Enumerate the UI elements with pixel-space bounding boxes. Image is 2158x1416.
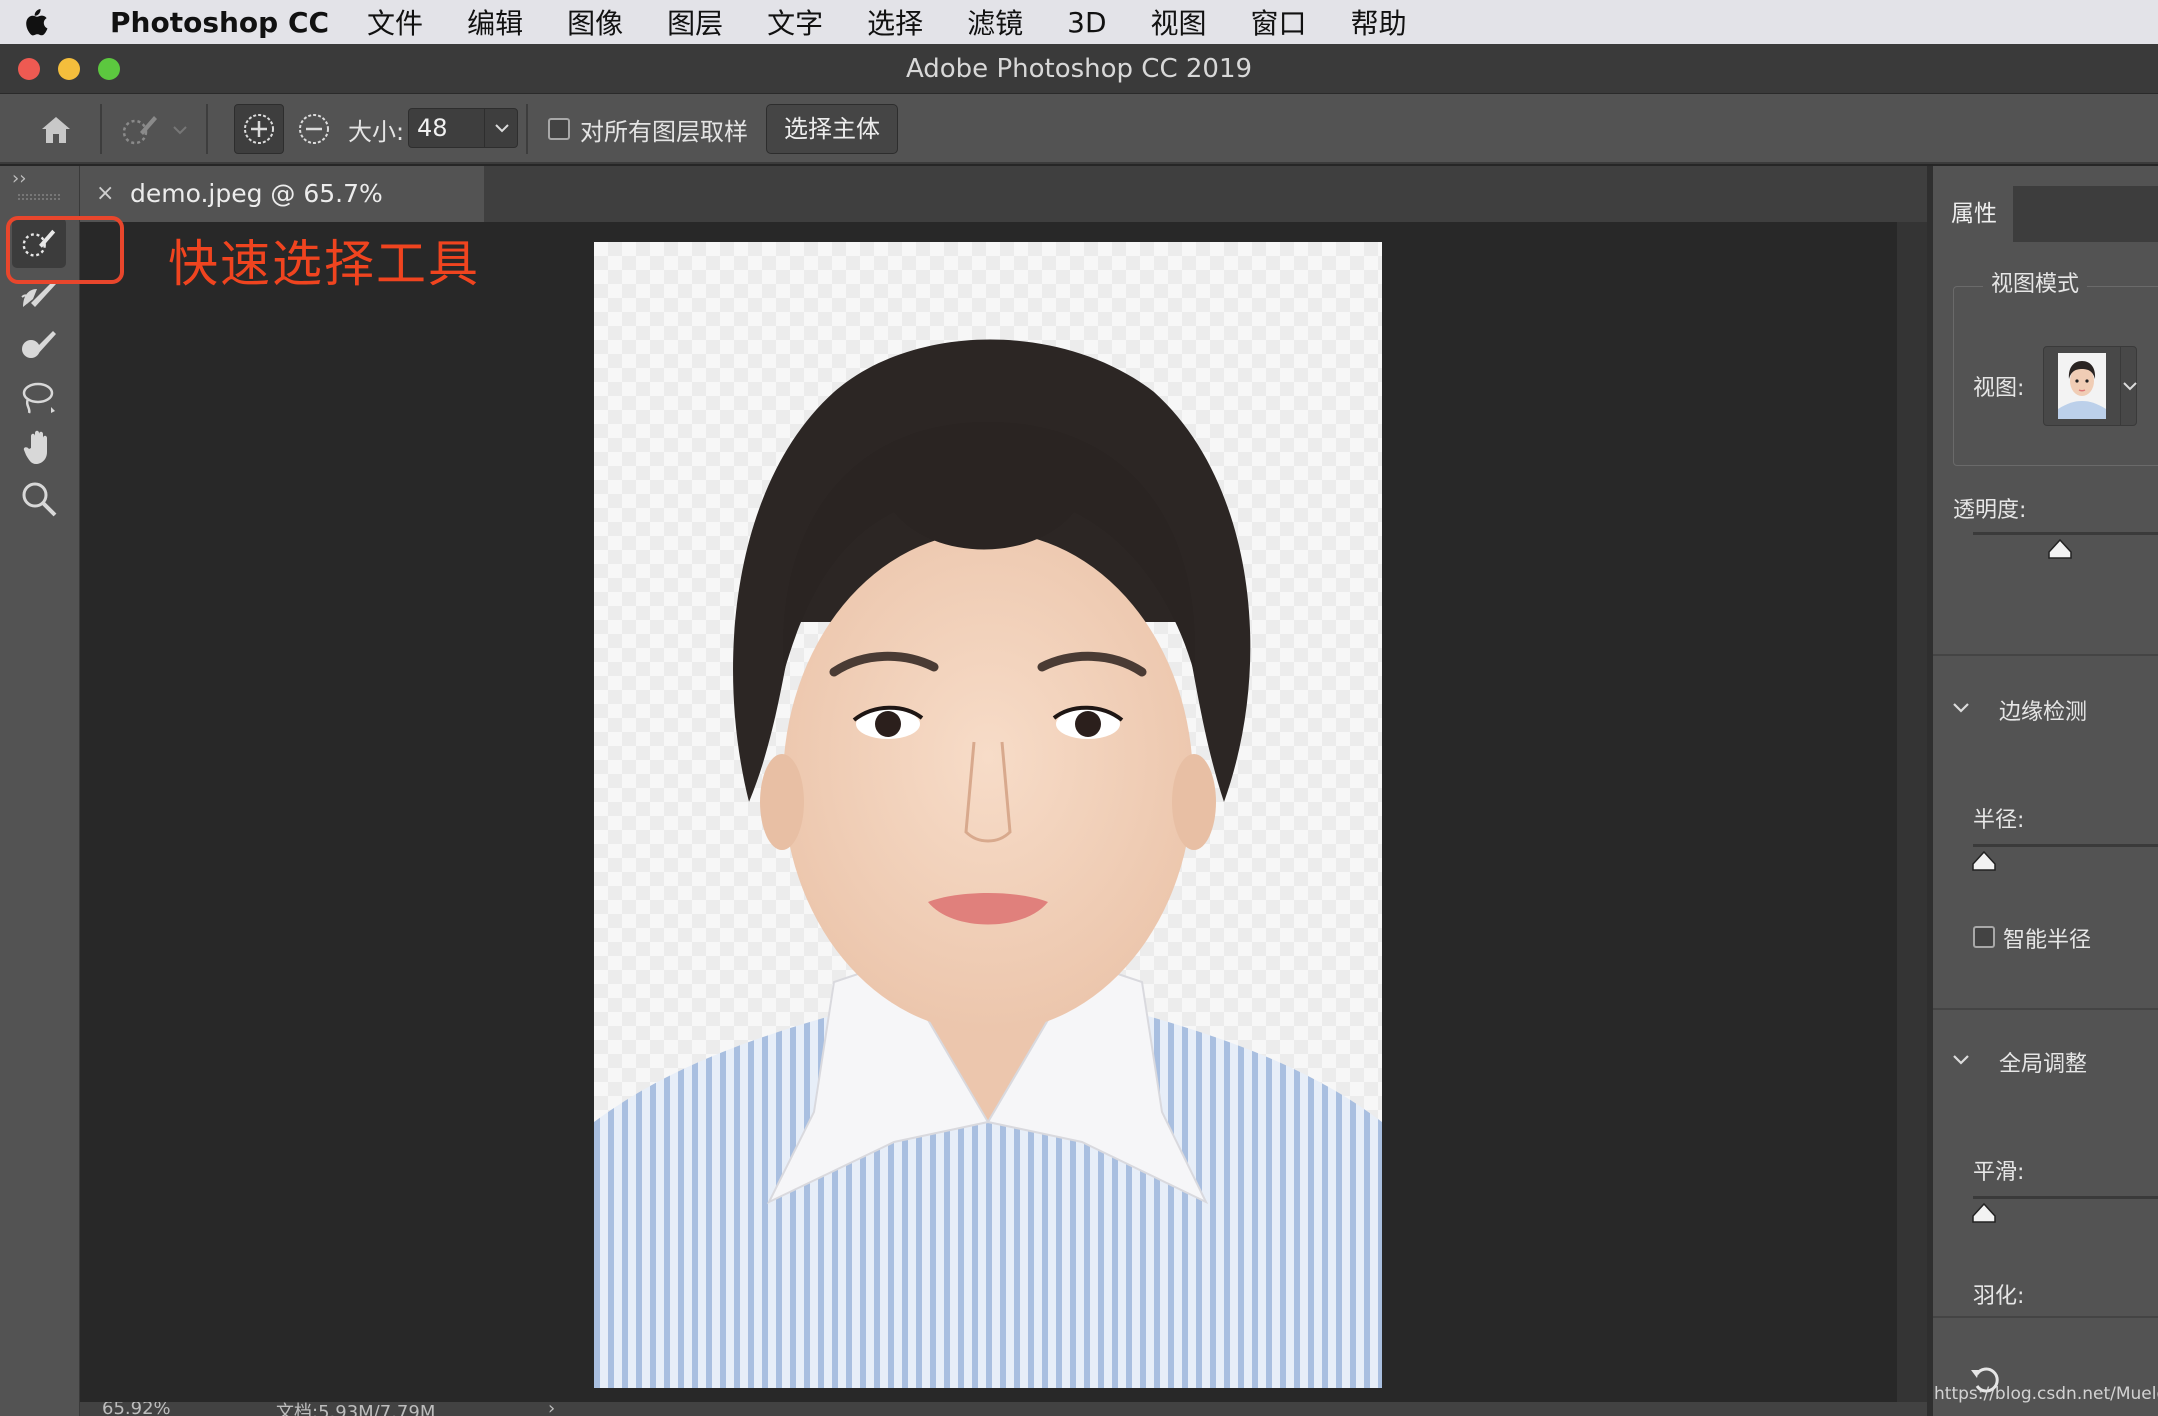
smart-radius-checkbox[interactable] <box>1973 926 1995 948</box>
tools-panel: ›› <box>0 166 80 1416</box>
smooth-label: 平滑: <box>1973 1160 2025 1185</box>
radius-label: 半径: <box>1973 808 2025 833</box>
menu-file[interactable]: 文件 <box>367 2 423 42</box>
options-bar: 大小: 48 对所有图层取样 选择主体 <box>0 94 2158 164</box>
sample-all-layers-checkbox[interactable] <box>548 118 570 140</box>
menu-3d[interactable]: 3D <box>1067 6 1106 39</box>
grip-icon[interactable] <box>18 194 60 200</box>
menu-select[interactable]: 选择 <box>867 2 923 42</box>
menu-app-name[interactable]: Photoshop CC <box>110 6 329 39</box>
quick-selection-annotation: 快速选择工具 <box>168 235 480 293</box>
lasso-tool[interactable] <box>12 372 66 422</box>
tool-preset-icon[interactable] <box>118 108 162 152</box>
view-mode-title: 视图模式 <box>1983 266 2088 298</box>
add-to-selection-icon[interactable] <box>234 104 284 154</box>
hand-icon <box>23 430 47 464</box>
vertical-scrollbar[interactable] <box>1897 222 1927 1402</box>
home-icon[interactable] <box>36 110 76 150</box>
smooth-slider-track[interactable] <box>1973 1196 2158 1199</box>
edge-detection-title[interactable]: 边缘检测 <box>1999 694 2087 726</box>
brush-tool[interactable] <box>12 320 66 370</box>
opacity-label: 透明度: <box>1953 498 2027 523</box>
view-label: 视图: <box>1973 376 2025 401</box>
menu-help[interactable]: 帮助 <box>1351 2 1407 42</box>
photoshop-window: Photoshop CC 文件 编辑 图像 图层 文字 选择 滤镜 3D 视图 … <box>0 0 2158 1416</box>
window-title: Adobe Photoshop CC 2019 <box>905 54 1253 84</box>
watermark: https://blog.csdn.net/Mueleven <box>1934 1384 2158 1404</box>
radius-slider-track[interactable] <box>1973 844 2158 847</box>
zoom-tool[interactable] <box>12 474 66 524</box>
quick-selection-highlight <box>6 216 124 284</box>
apple-icon[interactable] <box>0 7 70 37</box>
title-bar: Adobe Photoshop CC 2019 <box>0 44 2158 94</box>
global-refinements-title[interactable]: 全局调整 <box>1999 1046 2087 1078</box>
chevron-down-icon[interactable] <box>484 109 518 147</box>
properties-tab[interactable]: 属性 <box>1933 186 2013 242</box>
chevron-down-icon[interactable] <box>168 118 192 142</box>
zoom-level[interactable]: 65.92% <box>102 1402 171 1416</box>
properties-panel: 属性 视图模式 视图: 透明度: 边缘检测 半径: 智能半径 全局调整 平滑: … <box>1933 166 2158 1416</box>
menu-edit[interactable]: 编辑 <box>467 2 523 42</box>
menu-view[interactable]: 视图 <box>1151 2 1207 42</box>
lasso-icon <box>22 382 55 414</box>
menu-layer[interactable]: 图层 <box>667 2 723 42</box>
menu-image[interactable]: 图像 <box>567 2 623 42</box>
properties-tab-bar: 属性 <box>1933 186 2158 242</box>
document-info: 文档:5.93M/7.79M <box>276 1402 436 1416</box>
view-thumbnail <box>2058 353 2106 419</box>
status-menu-icon[interactable]: › <box>548 1402 555 1416</box>
document-canvas-image[interactable] <box>594 242 1382 1388</box>
select-subject-button[interactable]: 选择主体 <box>766 104 898 154</box>
hand-tool[interactable] <box>12 422 66 472</box>
menu-bar: Photoshop CC 文件 编辑 图像 图层 文字 选择 滤镜 3D 视图 … <box>0 0 2158 44</box>
subtract-from-selection-icon[interactable] <box>293 108 335 150</box>
view-mode-dropdown[interactable] <box>2043 346 2137 426</box>
brush-icon <box>22 331 56 358</box>
smart-radius-label: 智能半径 <box>2003 928 2092 953</box>
zoom-icon <box>22 482 57 517</box>
feather-label: 羽化: <box>1973 1284 2025 1309</box>
chevron-down-icon[interactable] <box>2122 377 2138 396</box>
menu-type[interactable]: 文字 <box>767 2 823 42</box>
close-tab-icon[interactable]: × <box>96 166 114 222</box>
menu-window[interactable]: 窗口 <box>1251 2 1307 42</box>
brush-size-label: 大小: <box>348 118 405 146</box>
collapse-icon[interactable]: ›› <box>12 168 26 189</box>
opacity-slider-track[interactable] <box>1973 532 2158 535</box>
chevron-down-icon[interactable] <box>1951 1052 1971 1071</box>
chevron-down-icon[interactable] <box>1951 700 1971 719</box>
document-tab[interactable]: × demo.jpeg @ 65.7%(RGB/8#) <box>80 166 484 264</box>
sample-all-layers-label: 对所有图层取样 <box>580 118 748 146</box>
menu-filter[interactable]: 滤镜 <box>967 2 1023 42</box>
document-tab-bar: × demo.jpeg @ 65.7%(RGB/8#) <box>80 166 1927 264</box>
status-bar: 65.92% 文档:5.93M/7.79M › <box>80 1402 1927 1416</box>
